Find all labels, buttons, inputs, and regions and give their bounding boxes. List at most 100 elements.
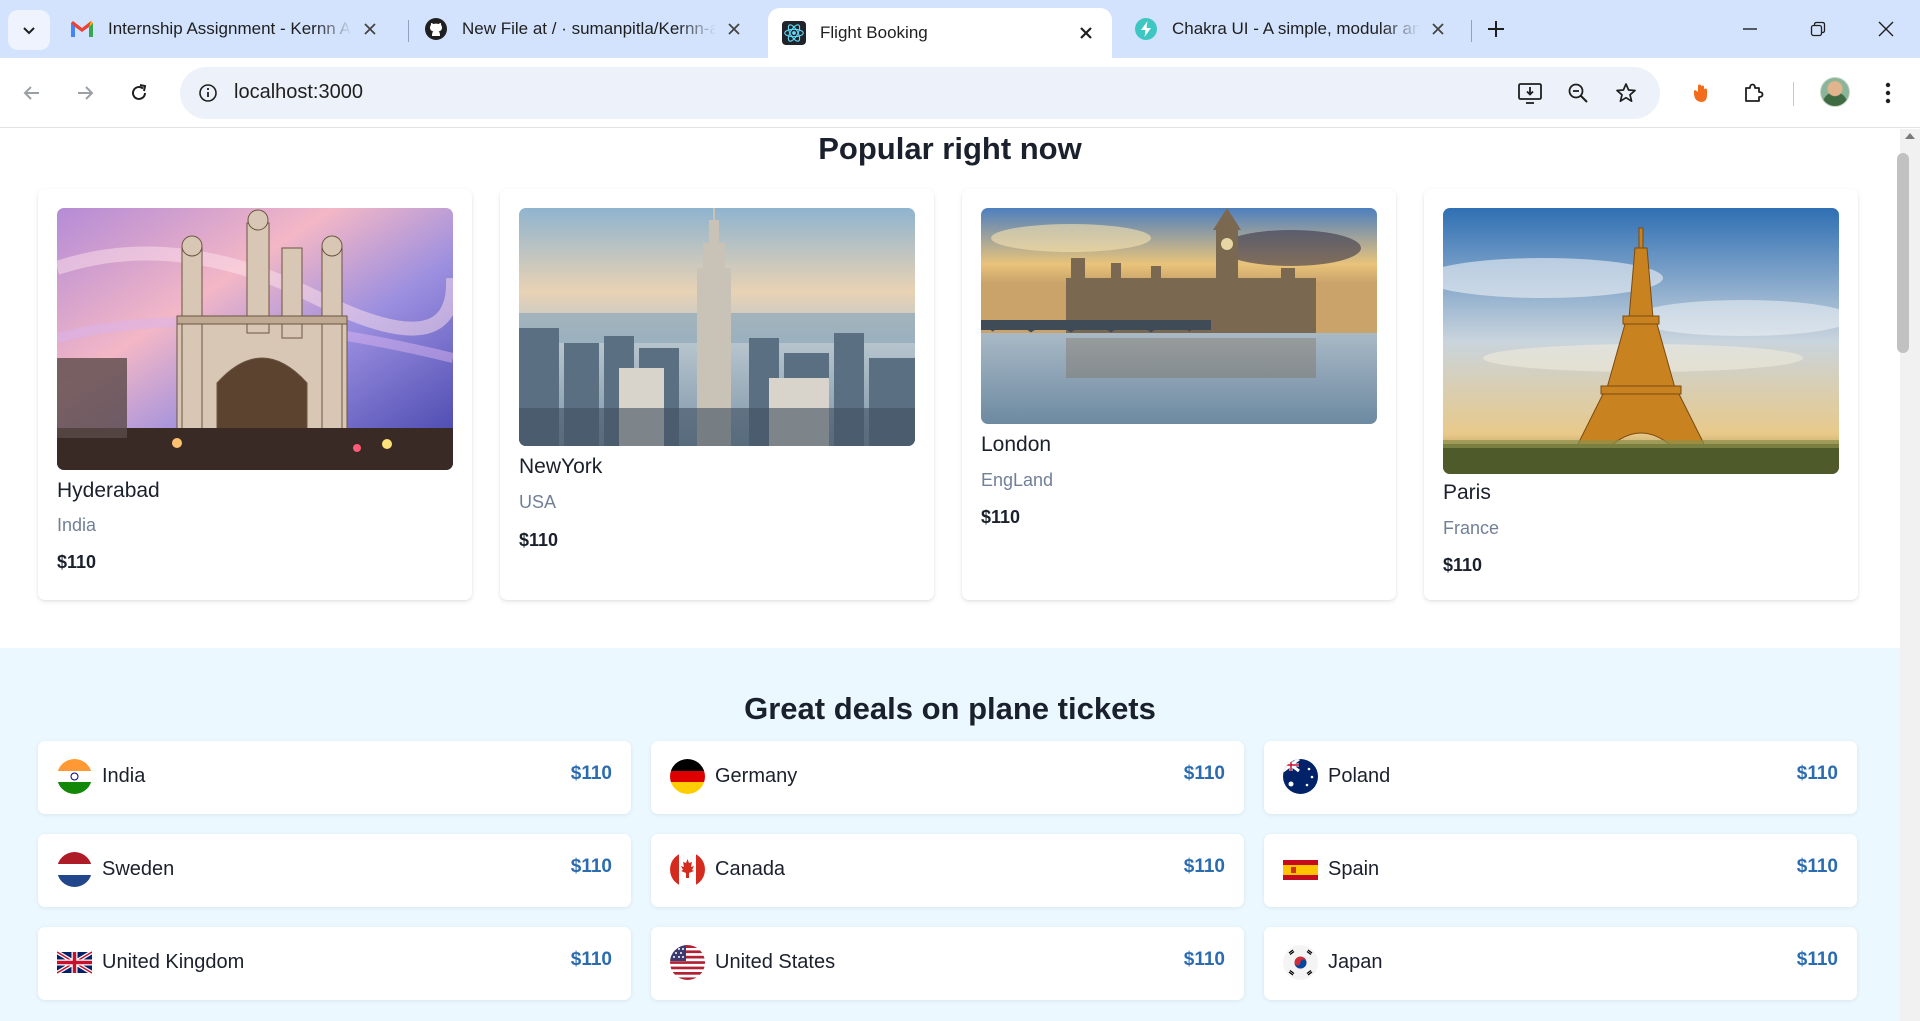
new-tab-button[interactable] <box>1481 14 1511 44</box>
destination-card-london[interactable]: London EngLand $110 <box>962 189 1396 600</box>
address-bar[interactable]: localhost:3000 <box>180 67 1660 119</box>
minimize-button[interactable] <box>1726 12 1774 46</box>
deal-item-spain[interactable]: Spain $110 <box>1264 834 1857 907</box>
deal-country-name: United States <box>715 951 836 973</box>
extensions-puzzle-icon[interactable] <box>1736 75 1772 111</box>
destination-city: Hyderabad <box>57 479 160 502</box>
react-icon <box>782 21 806 45</box>
tab-flight-booking[interactable]: Flight Booking <box>768 8 1112 58</box>
tab-github[interactable]: New File at / · sumanpitla/Kernn-a <box>410 10 760 48</box>
germany-flag-icon <box>670 759 705 794</box>
github-icon <box>424 17 448 41</box>
destination-price: $110 <box>519 530 559 550</box>
australia-flag-icon <box>1283 759 1318 794</box>
destination-price: $110 <box>57 552 97 572</box>
plus-icon <box>1488 21 1504 37</box>
deal-price: $110 <box>570 763 612 784</box>
close-window-button[interactable] <box>1862 12 1910 46</box>
destination-city: Paris <box>1443 481 1491 504</box>
popular-section-title: Popular right now <box>818 131 1082 166</box>
close-tab-icon[interactable] <box>1074 21 1098 45</box>
deal-country-name: United Kingdom <box>102 951 245 973</box>
tab-chakra-ui[interactable]: Chakra UI - A simple, modular and <box>1120 10 1464 48</box>
reload-icon <box>132 84 147 100</box>
deals-section: Great deals on plane tickets India $110 … <box>0 648 1900 1021</box>
arrow-right-icon <box>78 86 94 100</box>
deal-price: $110 <box>570 856 612 877</box>
tab-gmail[interactable]: Internship Assignment - Kernn Aut <box>56 10 396 48</box>
arrow-left-icon <box>23 86 39 100</box>
back-button[interactable] <box>14 75 50 111</box>
deal-item-poland[interactable]: Poland $110 <box>1264 741 1857 814</box>
tab-strip: Internship Assignment - Kernn Aut New Fi… <box>0 0 1920 58</box>
westminster-photo <box>981 208 1377 424</box>
tab-title: Flight Booking <box>820 23 928 42</box>
close-icon <box>1878 21 1894 37</box>
deal-item-united-kingdom[interactable]: United Kingdom $110 <box>38 927 631 1000</box>
tab-separator <box>1471 20 1472 42</box>
spain-flag-icon <box>1283 860 1318 880</box>
deal-item-japan[interactable]: Japan $110 <box>1264 927 1857 1000</box>
india-flag-icon <box>57 759 92 794</box>
chevron-down-icon <box>23 27 35 35</box>
deal-item-canada[interactable]: Canada $110 <box>651 834 1244 907</box>
extension-hand-icon[interactable] <box>1682 75 1718 111</box>
destination-city: NewYork <box>519 455 603 478</box>
deal-price: $110 <box>1796 856 1838 877</box>
destination-price: $110 <box>1443 555 1483 575</box>
deals-section-title: Great deals on plane tickets <box>744 691 1156 726</box>
tab-title: New File at / · sumanpitla/Kernn-a <box>462 19 716 38</box>
forward-button[interactable] <box>67 75 103 111</box>
site-info-icon[interactable] <box>190 75 226 111</box>
destination-city: London <box>981 433 1052 456</box>
chakra-icon <box>1134 17 1158 41</box>
destination-country: USA <box>519 492 557 512</box>
profile-avatar[interactable] <box>1820 77 1850 107</box>
tab-search-button[interactable] <box>8 10 50 50</box>
deal-price: $110 <box>1183 763 1225 784</box>
deal-price: $110 <box>570 949 612 970</box>
tab-title: Internship Assignment - Kernn Aut <box>108 19 352 38</box>
us-flag-icon <box>670 945 705 980</box>
charminar-photo <box>57 208 453 470</box>
tab-separator <box>408 20 409 42</box>
deal-price: $110 <box>1796 949 1838 970</box>
deal-country-name: Germany <box>715 765 798 787</box>
destination-card-paris[interactable]: Paris France $110 <box>1424 189 1858 600</box>
page-viewport: Popular right now Hyderabad India $110 N… <box>0 129 1900 1021</box>
bookmark-star-icon[interactable] <box>1610 77 1642 109</box>
eiffel-tower-photo <box>1443 208 1839 474</box>
deal-item-sweden[interactable]: Sweden $110 <box>38 834 631 907</box>
deal-price: $110 <box>1183 949 1225 970</box>
install-app-icon[interactable] <box>1514 77 1546 109</box>
deal-price: $110 <box>1796 763 1838 784</box>
destination-price: $110 <box>981 507 1021 527</box>
deal-item-india[interactable]: India $110 <box>38 741 631 814</box>
deal-country-name: Canada <box>715 858 786 880</box>
more-menu-icon[interactable] <box>1870 75 1906 111</box>
destination-country: France <box>1443 518 1500 538</box>
minimize-icon <box>1743 28 1757 30</box>
gmail-icon <box>70 17 94 41</box>
deal-item-germany[interactable]: Germany $110 <box>651 741 1244 814</box>
destination-card-hyderabad[interactable]: Hyderabad India $110 <box>38 189 472 600</box>
deal-country-name: Japan <box>1328 951 1383 973</box>
close-tab-icon[interactable] <box>1426 17 1450 41</box>
scroll-up-arrow-icon[interactable] <box>1905 133 1915 139</box>
close-tab-icon[interactable] <box>358 17 382 41</box>
browser-toolbar: localhost:3000 <box>0 58 1920 128</box>
close-tab-icon[interactable] <box>722 17 746 41</box>
reload-button[interactable] <box>121 75 157 111</box>
tab-title: Chakra UI - A simple, modular and <box>1172 19 1420 38</box>
deal-country-name: India <box>102 765 146 787</box>
new-york-skyline-photo <box>519 208 915 446</box>
zoom-icon[interactable] <box>1562 77 1594 109</box>
scrollbar-thumb[interactable] <box>1897 153 1909 353</box>
south-korea-flag-icon <box>1283 945 1318 980</box>
restore-button[interactable] <box>1794 12 1842 46</box>
destination-card-newyork[interactable]: NewYork USA $110 <box>500 189 934 600</box>
netherlands-flag-icon <box>57 852 92 887</box>
deal-price: $110 <box>1183 856 1225 877</box>
restore-icon <box>1810 21 1826 37</box>
deal-item-united-states[interactable]: United States $110 <box>651 927 1244 1000</box>
